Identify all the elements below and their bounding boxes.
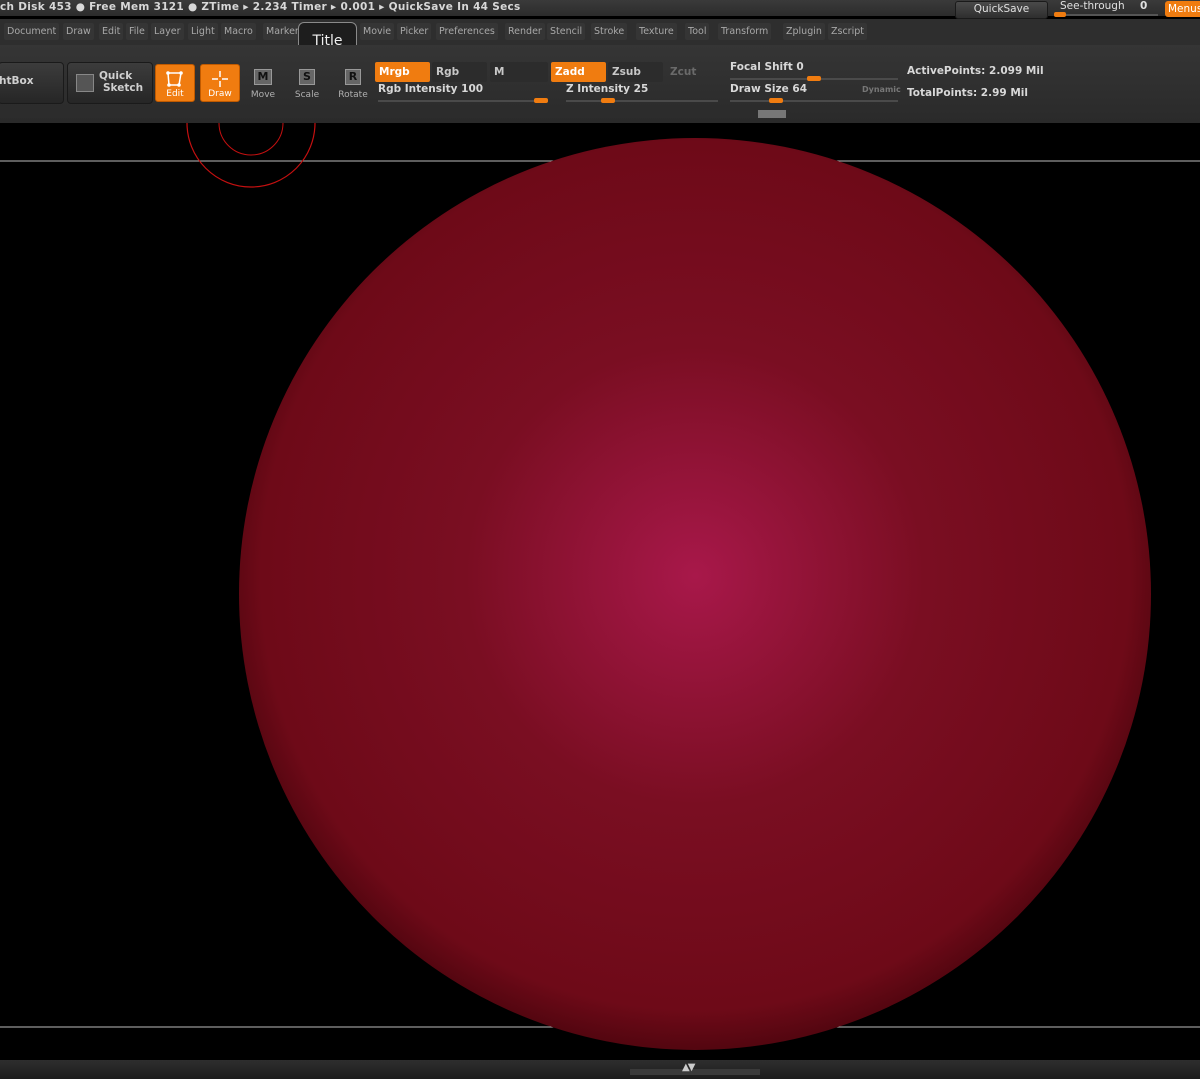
active-points: ActivePoints: 2.099 Mil: [907, 65, 1044, 77]
bottom-shelf: ▲▼: [0, 1060, 1200, 1079]
draw-button[interactable]: Draw: [200, 64, 240, 102]
menu-tool[interactable]: Tool: [685, 23, 710, 40]
see-through-value: 0: [1140, 0, 1148, 12]
z-intensity-knob[interactable]: [601, 98, 615, 103]
z-intensity-track[interactable]: [566, 98, 718, 103]
menu-zplugin[interactable]: Zplugin: [783, 23, 825, 40]
status-bar: ch Disk 453 ● Free Mem 3121 ● ZTime ▸ 2.…: [0, 0, 1200, 19]
rotate-icon: R: [345, 69, 361, 85]
quicksave-button[interactable]: QuickSave: [955, 1, 1048, 19]
menu-edit[interactable]: Edit: [99, 23, 124, 40]
menu-macro[interactable]: Macro: [221, 23, 256, 40]
sphere-mesh[interactable]: [239, 138, 1151, 1050]
menu-transform[interactable]: Transform: [718, 23, 772, 40]
edit-label: Edit: [166, 89, 184, 99]
menu-marker[interactable]: Marker: [263, 23, 302, 40]
shelf-grip[interactable]: [630, 1069, 760, 1075]
zsub-button[interactable]: Zsub: [608, 62, 663, 82]
see-through-slider[interactable]: See-through 0: [1052, 0, 1160, 18]
menu-layer[interactable]: Layer: [151, 23, 184, 40]
draw-size-knob[interactable]: [769, 98, 783, 103]
menu-document[interactable]: Document: [4, 23, 60, 40]
palette-scrollbar[interactable]: [0, 110, 790, 118]
see-through-track[interactable]: [1054, 12, 1158, 17]
menus-button[interactable]: Menus: [1165, 1, 1200, 17]
z-intensity-slider[interactable]: Z Intensity 25: [566, 83, 718, 103]
menu-light[interactable]: Light: [188, 23, 218, 40]
expand-arrows-icon[interactable]: ▲▼: [682, 1062, 695, 1073]
focal-shift-label: Focal Shift 0: [730, 61, 804, 73]
zadd-button[interactable]: Zadd: [551, 62, 606, 82]
menu-stroke[interactable]: Stroke: [591, 23, 628, 40]
draw-size-track[interactable]: [730, 98, 898, 103]
lightbox-label: htBox: [0, 75, 34, 87]
quick-sketch-label-1: Quick: [99, 70, 133, 82]
rotate-button[interactable]: R Rotate: [333, 64, 373, 102]
menu-stencil[interactable]: Stencil: [547, 23, 586, 40]
draw-label: Draw: [208, 89, 232, 99]
quick-sketch-button[interactable]: Quick Sketch: [67, 62, 153, 104]
move-icon: M: [254, 69, 272, 85]
move-label: Move: [250, 90, 276, 100]
see-through-label: See-through: [1060, 0, 1125, 12]
menu-bar: Document Draw Edit File Layer Light Macro Marke…: [0, 19, 1200, 45]
draw-size-label: Draw Size 64: [730, 83, 807, 95]
z-intensity-label: Z Intensity 25: [566, 83, 649, 95]
menu-texture[interactable]: Texture: [636, 23, 677, 40]
focal-shift-slider[interactable]: Focal Shift 0: [730, 61, 898, 81]
rgb-intensity-label: Rgb Intensity 100: [378, 83, 484, 95]
rgb-intensity-knob[interactable]: [534, 98, 548, 103]
rgb-button[interactable]: Rgb: [432, 62, 487, 82]
menu-draw[interactable]: Draw: [63, 23, 94, 40]
document-canvas[interactable]: [0, 123, 1200, 1060]
rgb-intensity-track[interactable]: [378, 98, 548, 103]
brush-cursor-icon: [186, 123, 316, 188]
dynamic-toggle[interactable]: Dynamic: [862, 85, 901, 94]
quick-sketch-icon: [76, 74, 94, 92]
menu-zscript[interactable]: Zscript: [828, 23, 867, 40]
draw-icon: [212, 71, 228, 87]
lightbox-button[interactable]: htBox: [0, 62, 64, 104]
scale-label: Scale: [294, 90, 320, 100]
total-points: TotalPoints: 2.99 Mil: [907, 87, 1029, 99]
zcut-button[interactable]: Zcut: [666, 62, 721, 82]
see-through-knob[interactable]: [1054, 12, 1066, 17]
rotate-label: Rotate: [338, 90, 368, 100]
menu-file[interactable]: File: [126, 23, 148, 40]
rgb-intensity-slider[interactable]: Rgb Intensity 100: [378, 83, 548, 103]
focal-shift-knob[interactable]: [807, 76, 821, 81]
viewport[interactable]: [0, 123, 1200, 1060]
menu-render[interactable]: Render: [505, 23, 545, 40]
mrgb-button[interactable]: Mrgb: [375, 62, 430, 82]
m-button[interactable]: M: [490, 62, 548, 82]
status-text: ch Disk 453 ● Free Mem 3121 ● ZTime ▸ 2.…: [0, 1, 521, 13]
menu-picker[interactable]: Picker: [397, 23, 432, 40]
menu-movie[interactable]: Movie: [360, 23, 395, 40]
focal-shift-track[interactable]: [730, 76, 898, 81]
scale-button[interactable]: S Scale: [287, 64, 327, 102]
quick-sketch-label-2: Sketch: [103, 82, 144, 94]
scale-icon: S: [299, 69, 315, 85]
move-button[interactable]: M Move: [243, 64, 283, 102]
palette-scrollbar-thumb[interactable]: [758, 110, 786, 118]
menu-preferences[interactable]: Preferences: [436, 23, 498, 40]
edit-icon: [166, 71, 183, 87]
edit-button[interactable]: Edit: [155, 64, 195, 102]
